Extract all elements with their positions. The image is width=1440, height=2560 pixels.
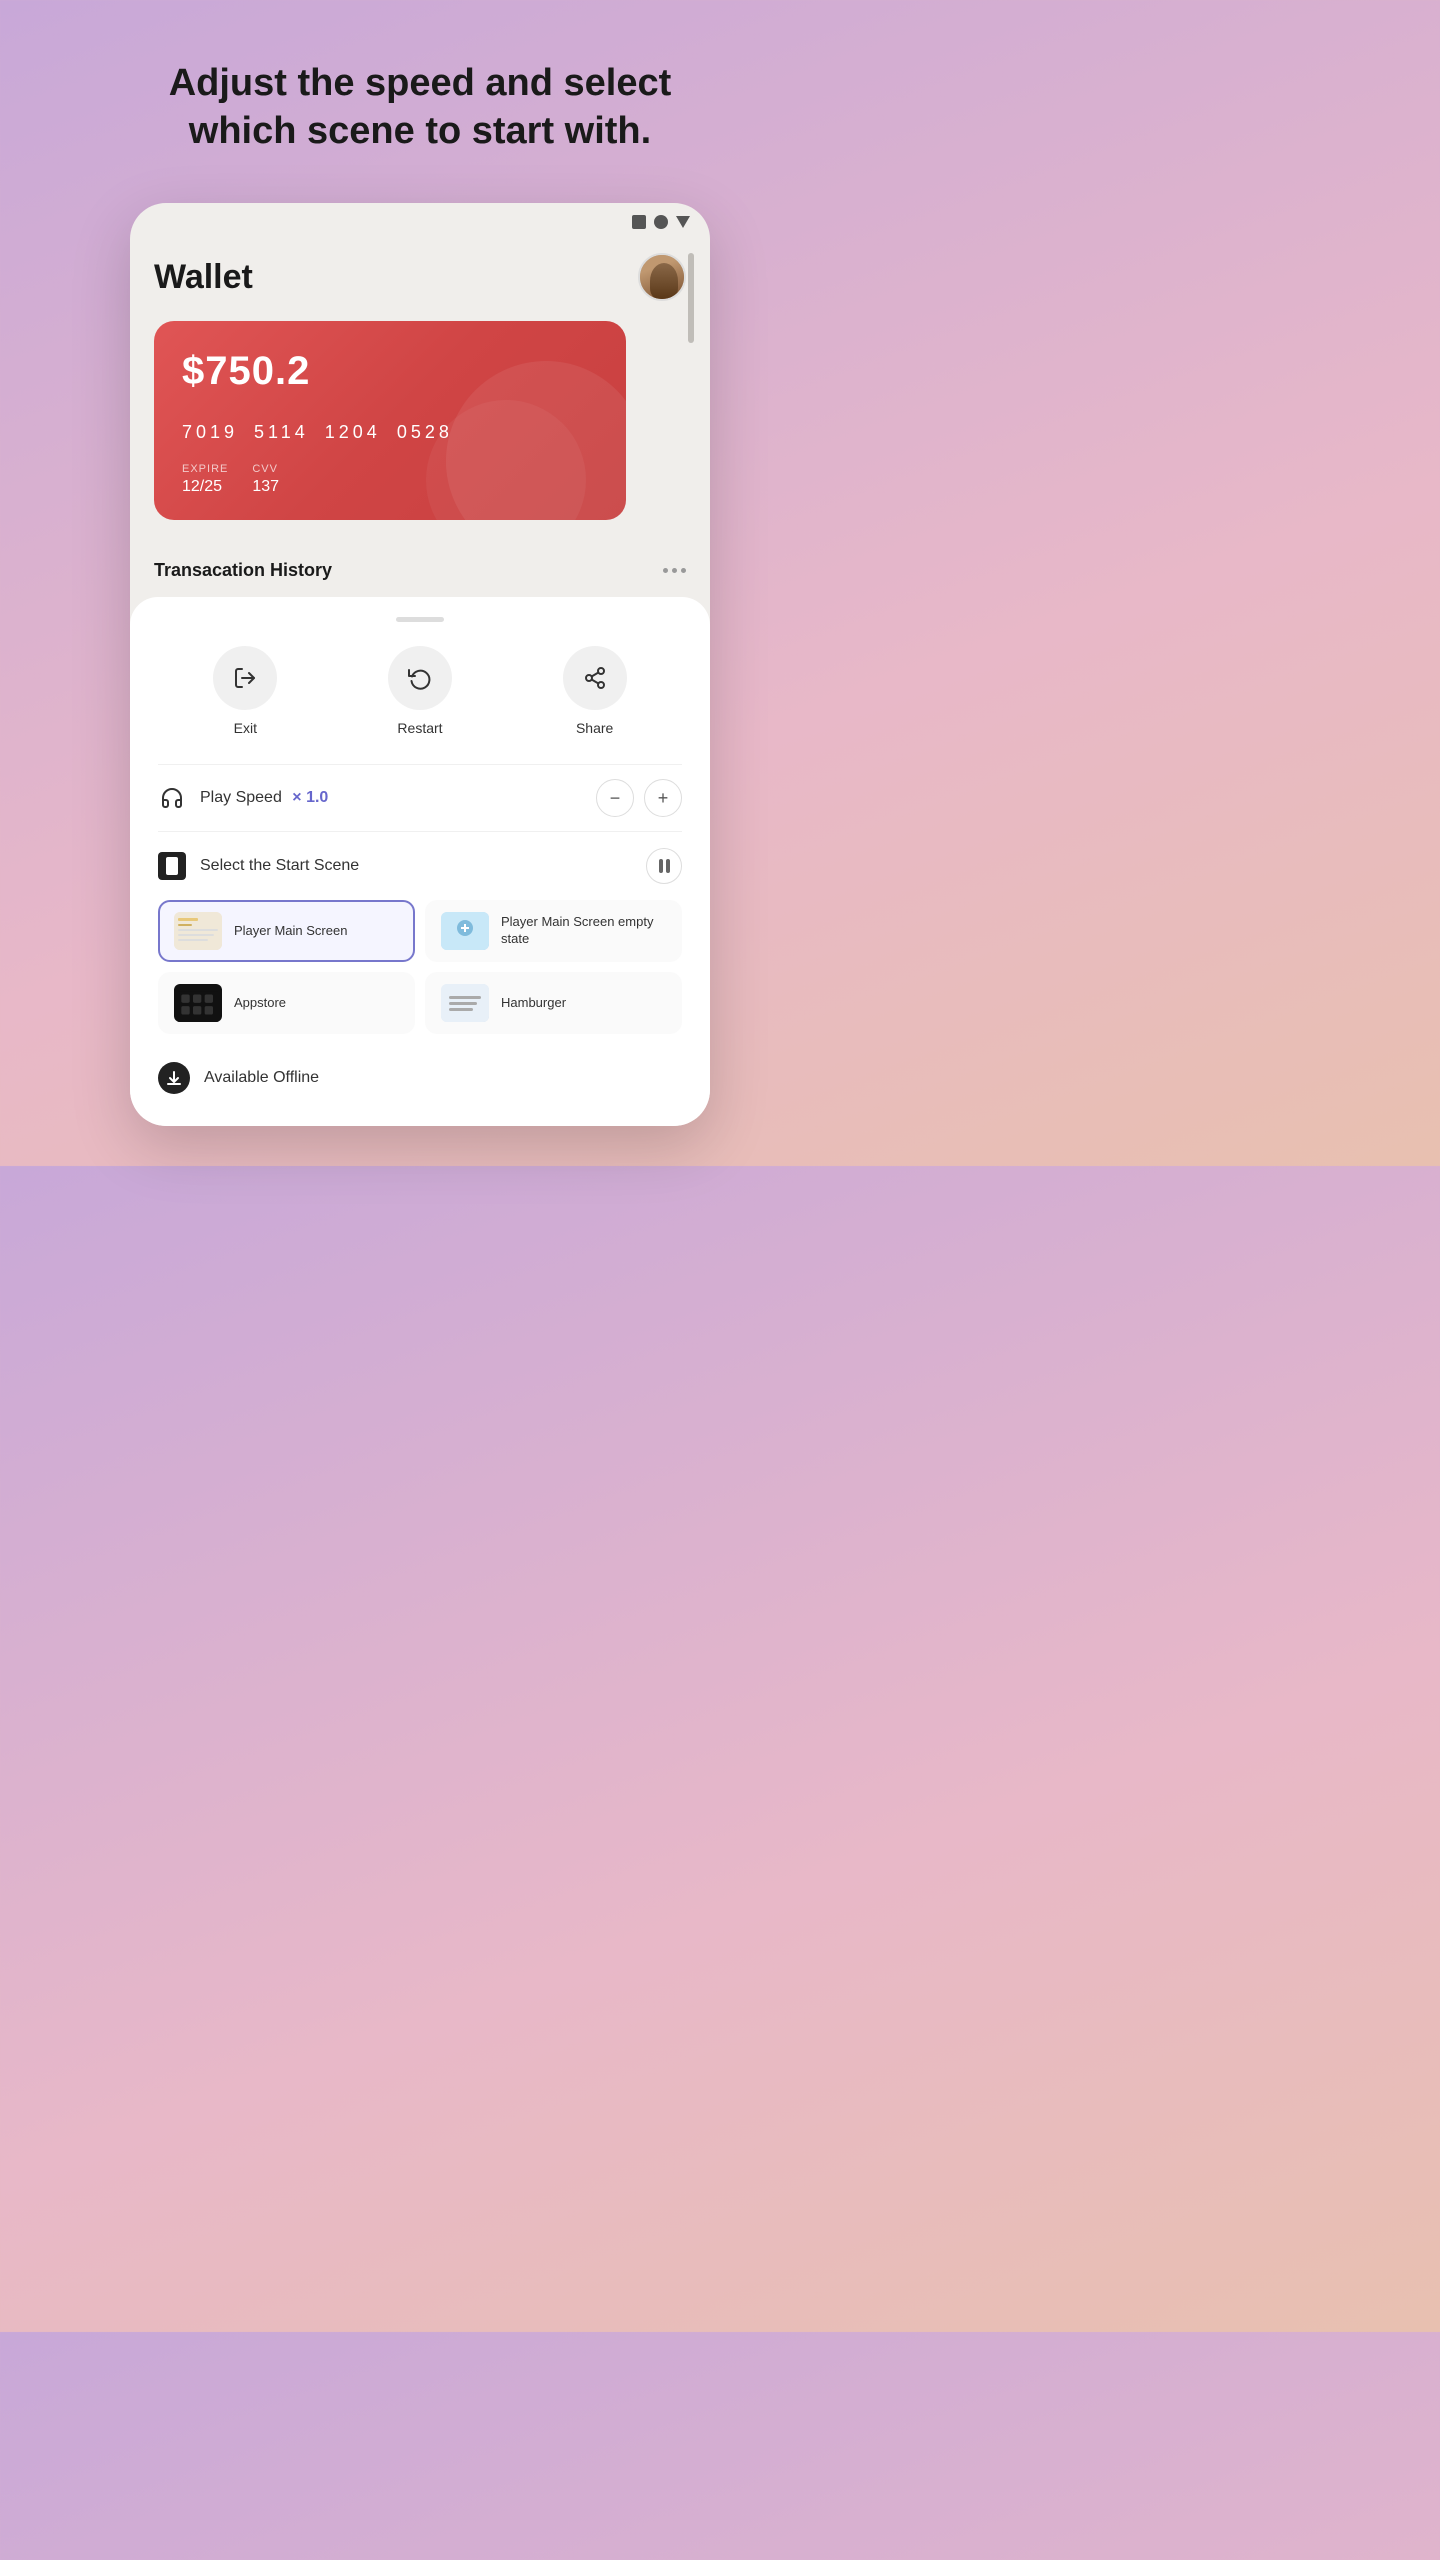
scene-name-player-main: Player Main Screen <box>234 923 347 940</box>
offline-row: Available Offline <box>158 1054 682 1094</box>
card-balance: $750.2 <box>182 349 598 394</box>
scene-item-player-empty[interactable]: Player Main Screen empty state <box>425 900 682 962</box>
more-options-icon[interactable] <box>663 568 686 573</box>
wifi-icon <box>654 215 668 229</box>
share-icon-circle <box>563 646 627 710</box>
increase-speed-button[interactable]: + <box>644 779 682 817</box>
offline-label: Available Offline <box>204 1069 319 1087</box>
scene-section: Select the Start Scene <box>158 831 682 1094</box>
scene-thumb-empty <box>441 912 489 950</box>
exit-button[interactable]: Exit <box>213 646 277 736</box>
download-icon <box>158 1062 190 1094</box>
wallet-header: Wallet <box>154 253 686 301</box>
scrollbar[interactable] <box>688 253 694 343</box>
battery-icon <box>676 216 690 228</box>
share-label: Share <box>576 720 613 736</box>
scene-thumb-main <box>174 912 222 950</box>
card-cvv: CVV 137 <box>252 463 279 496</box>
card-number: 7019 5114 1204 0528 <box>182 422 598 443</box>
scene-name-hamburger: Hamburger <box>501 995 566 1012</box>
avatar[interactable] <box>638 253 686 301</box>
action-buttons: Exit Restart <box>158 646 682 736</box>
scene-grid: Player Main Screen Player Main Screen em… <box>158 900 682 1034</box>
transaction-section: Transacation History <box>130 544 710 597</box>
card-details: EXPIRE 12/25 CVV 137 <box>182 463 598 496</box>
play-speed-row: Play Speed × 1.0 − + <box>158 764 682 831</box>
restart-icon-circle <box>388 646 452 710</box>
wallet-section: Wallet $750.2 7019 5114 1204 0528 EXPIRE… <box>130 233 710 544</box>
scene-name-appstore: Appstore <box>234 995 286 1012</box>
speed-controls: − + <box>596 779 682 817</box>
status-bar <box>130 203 710 233</box>
exit-icon-circle <box>213 646 277 710</box>
scene-title: Select the Start Scene <box>200 857 646 875</box>
exit-label: Exit <box>234 720 257 736</box>
card-expire: EXPIRE 12/25 <box>182 463 228 496</box>
speed-value: × 1.0 <box>292 789 328 806</box>
scene-item-player-main[interactable]: Player Main Screen <box>158 900 415 962</box>
play-speed-label: Play Speed × 1.0 <box>200 789 596 807</box>
credit-card: $750.2 7019 5114 1204 0528 EXPIRE 12/25 … <box>154 321 626 520</box>
pause-icon[interactable] <box>646 848 682 884</box>
transaction-title: Transacation History <box>154 560 332 581</box>
phone-frame: Wallet $750.2 7019 5114 1204 0528 EXPIRE… <box>130 203 710 1126</box>
headphone-icon <box>158 784 186 812</box>
scene-item-hamburger[interactable]: Hamburger <box>425 972 682 1034</box>
headline: Adjust the speed and select which scene … <box>169 60 672 155</box>
scene-header: Select the Start Scene <box>158 848 682 884</box>
scene-name-player-empty: Player Main Screen empty state <box>501 914 666 948</box>
scene-item-appstore[interactable]: Appstore <box>158 972 415 1034</box>
scene-thumb-appstore <box>174 984 222 1022</box>
bottom-sheet: Exit Restart <box>130 597 710 1126</box>
signal-icon <box>632 215 646 229</box>
decrease-speed-button[interactable]: − <box>596 779 634 817</box>
drag-handle[interactable] <box>396 617 444 622</box>
wallet-title: Wallet <box>154 258 253 297</box>
restart-label: Restart <box>397 720 442 736</box>
scene-thumb-hamburger <box>441 984 489 1022</box>
restart-button[interactable]: Restart <box>388 646 452 736</box>
scene-icon <box>158 852 186 880</box>
share-button[interactable]: Share <box>563 646 627 736</box>
